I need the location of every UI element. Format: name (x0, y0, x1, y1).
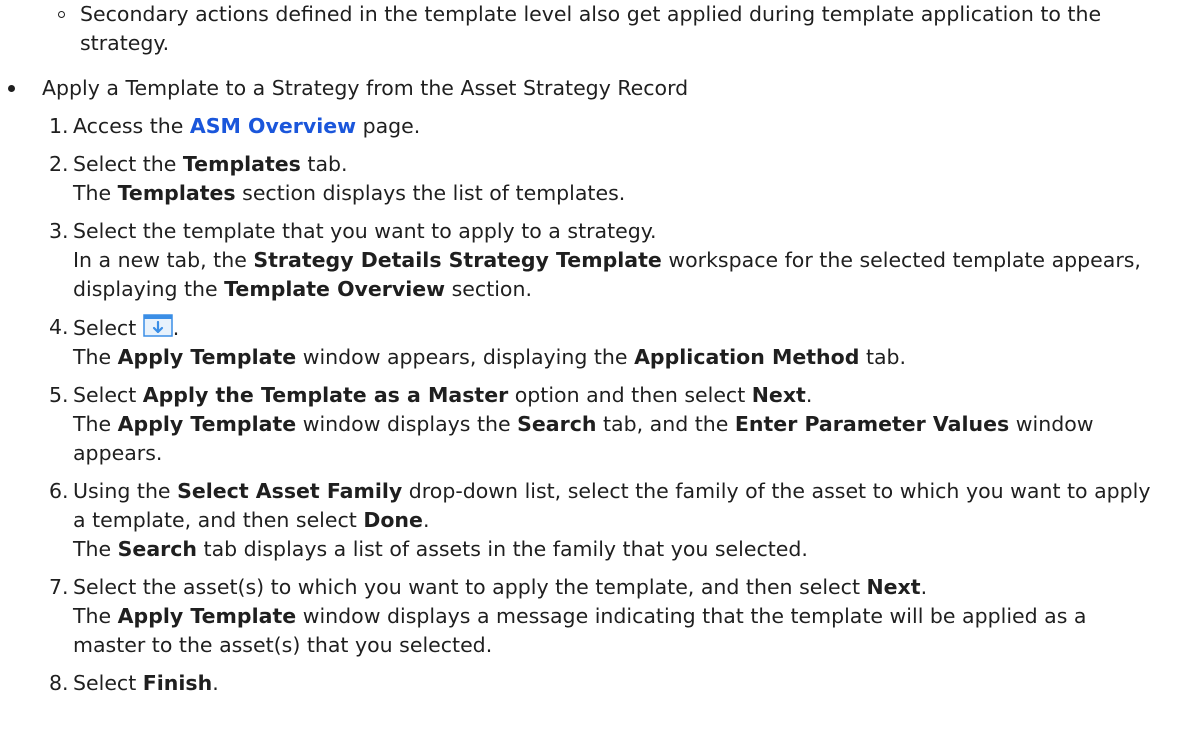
step-result-text: section. (445, 277, 532, 301)
step-result-text: section displays the list of templates. (235, 181, 626, 205)
step-text: tab. (300, 152, 348, 176)
step-number: 2. (49, 152, 69, 176)
main-bullet-item: Apply a Template to a Strategy from the … (8, 74, 1158, 103)
step-number: 8. (49, 671, 69, 695)
bold-term: Search (117, 537, 198, 561)
step-result-text: tab. (859, 345, 907, 369)
step-number: 5. (49, 383, 69, 407)
step-result-text: window appears, displaying the (296, 345, 635, 369)
step-number: 6. (49, 479, 69, 503)
step-6: 6. Using the Select Asset Family drop-do… (43, 477, 1163, 564)
step-text: Select (73, 383, 143, 407)
bold-term: Enter Parameter Values (734, 412, 1010, 436)
step-2: 2. Select the Templates tab. The Templat… (43, 150, 1163, 208)
step-text: Select the (73, 152, 183, 176)
step-result-text: window displays the (296, 412, 518, 436)
step-number: 4. (49, 315, 69, 339)
step-number: 3. (49, 219, 69, 243)
step-text: Access the (73, 114, 190, 138)
steps-list: 1. Access the ASM Overview page. 2. Sele… (43, 112, 1163, 707)
step-result-text: The (73, 345, 118, 369)
bold-term: Select Asset Family (177, 479, 403, 503)
main-bullet-text: Apply a Template to a Strategy from the … (42, 76, 689, 100)
step-text: . (172, 316, 180, 340)
step-text: . (805, 383, 813, 407)
step-text: Select (73, 671, 143, 695)
step-text: Select the asset(s) to which you want to… (73, 575, 867, 599)
step-1: 1. Access the ASM Overview page. (43, 112, 1163, 141)
step-5: 5. Select Apply the Template as a Master… (43, 381, 1163, 468)
bold-term: Apply Template (117, 604, 297, 628)
step-text: . (422, 508, 430, 532)
bold-term: Next (866, 575, 921, 599)
bold-term: Apply the Template as a Master (142, 383, 509, 407)
bold-term: Done (363, 508, 423, 532)
step-text: . (212, 671, 219, 695)
bold-term: Apply Template (117, 345, 297, 369)
step-result-text: In a new tab, the (73, 248, 254, 272)
step-3: 3. Select the template that you want to … (43, 217, 1163, 304)
sub-bullet-item: Secondary actions defined in the templat… (58, 0, 1118, 58)
step-text: option and then select (508, 383, 752, 407)
step-result-text: tab, and the (596, 412, 735, 436)
bold-term: Search (517, 412, 597, 436)
solid-bullet-icon (8, 85, 15, 92)
step-result-text: tab displays a list of assets in the fam… (197, 537, 808, 561)
bold-term: Next (751, 383, 806, 407)
bold-term: Finish (142, 671, 213, 695)
step-result-text: The (73, 412, 118, 436)
apply-template-icon (143, 313, 173, 339)
step-text: Select (73, 316, 143, 340)
step-number: 1. (49, 114, 69, 138)
bold-term: Strategy Details Strategy Template (253, 248, 662, 272)
hollow-bullet-icon (58, 11, 65, 18)
sub-bullet-text: Secondary actions defined in the templat… (80, 2, 1102, 55)
asm-overview-link[interactable]: ASM Overview (190, 114, 356, 138)
bold-term: Templates (117, 181, 236, 205)
bold-term: Apply Template (117, 412, 297, 436)
step-text: Using the (73, 479, 178, 503)
step-result-text: The (73, 181, 118, 205)
step-text: Select the template that you want to app… (73, 219, 657, 243)
step-number: 7. (49, 575, 69, 599)
step-7: 7. Select the asset(s) to which you want… (43, 573, 1163, 660)
step-text: . (920, 575, 928, 599)
bold-term: Templates (182, 152, 301, 176)
bold-term: Application Method (634, 345, 860, 369)
step-4: 4. Select . The Apply Template window ap… (43, 313, 1163, 372)
step-text: page. (356, 114, 421, 138)
bold-term: Template Overview (224, 277, 446, 301)
step-result-text: The (73, 604, 118, 628)
step-8: 8. Select Finish. (43, 669, 1163, 698)
step-result-text: The (73, 537, 118, 561)
